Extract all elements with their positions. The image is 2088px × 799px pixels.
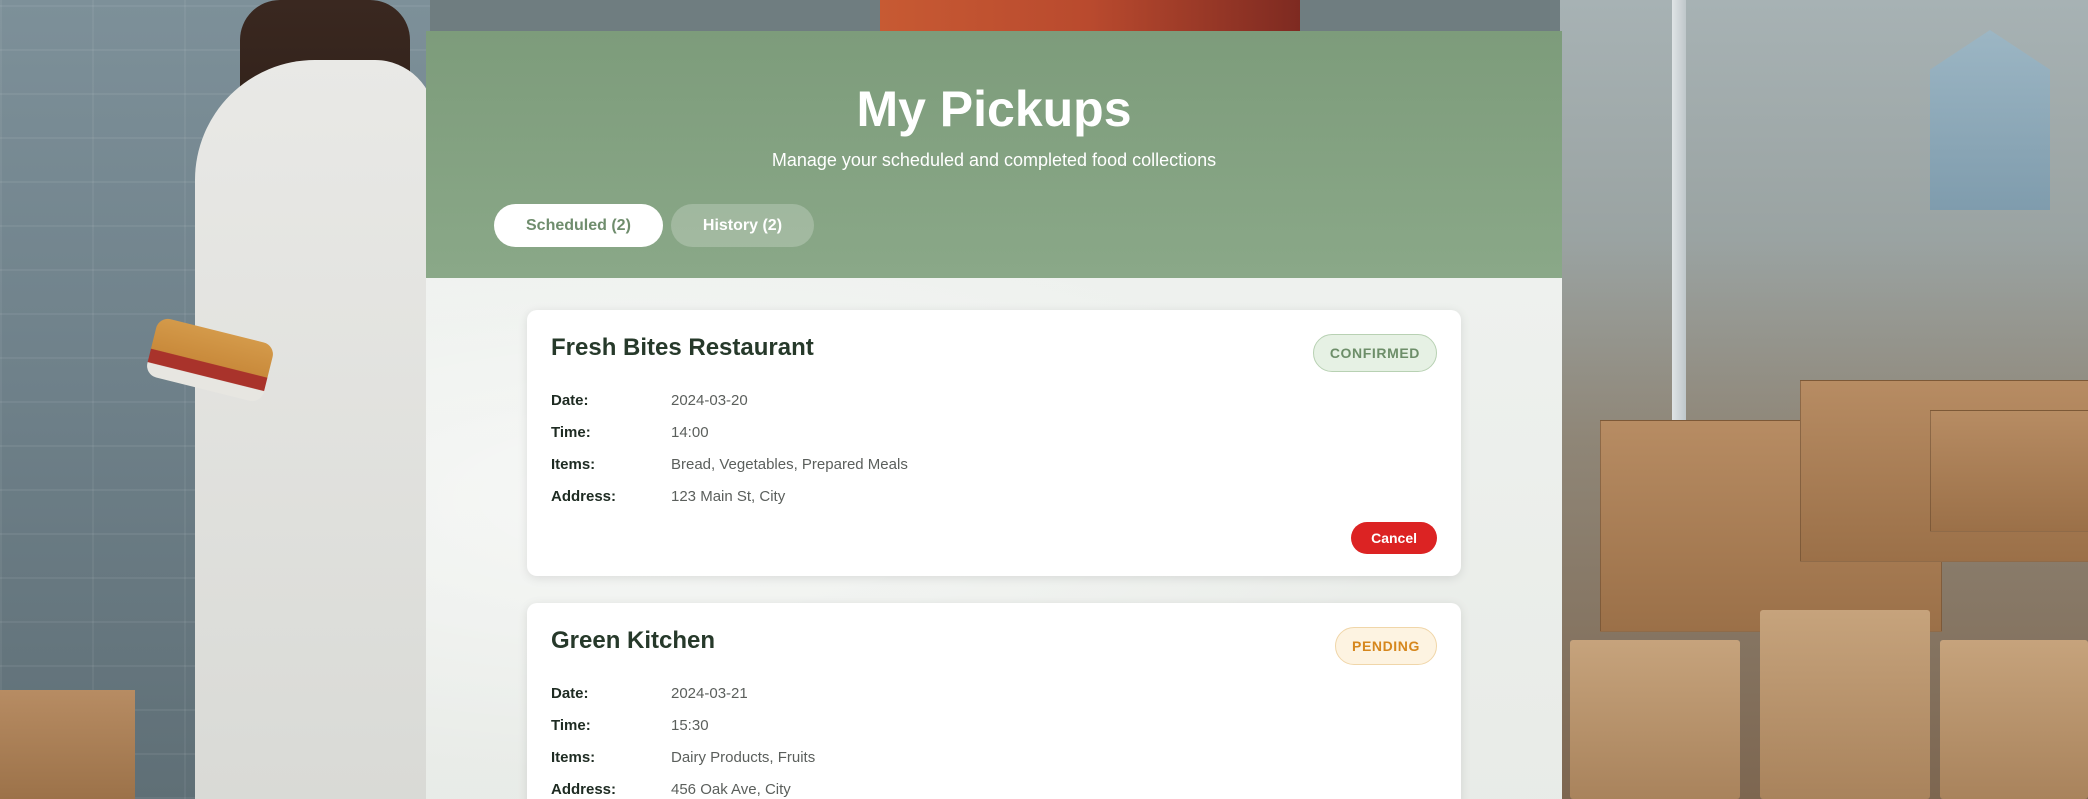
tab-scheduled[interactable]: Scheduled (2) [494,204,663,247]
pickup-details: Date: 2024-03-21 Time: 15:30 Items: Dair… [551,677,1437,799]
detail-row-time: Time: 15:30 [551,709,1437,741]
date-label: Date: [551,684,589,702]
time-label: Time: [551,716,591,734]
address-label: Address: [551,487,617,505]
page-subtitle: Manage your scheduled and completed food… [771,150,1217,170]
pickup-list: Fresh Bites Restaurant CONFIRMED Date: 2… [426,278,1562,799]
status-badge: CONFIRMED [1312,334,1437,372]
status-badge: PENDING [1335,627,1437,665]
items-label: Items: [551,748,596,766]
items-value: Bread, Vegetables, Prepared Meals [671,455,908,473]
background-pole [1672,0,1686,450]
background-box [0,690,135,799]
cancel-button[interactable]: Cancel [1351,522,1437,554]
background-person [195,60,435,799]
pickups-panel: My Pickups Manage your scheduled and com… [426,31,1562,799]
pickup-name: Fresh Bites Restaurant [551,334,814,361]
detail-row-address: Address: 456 Oak Ave, City [551,773,1437,799]
detail-row-items: Items: Bread, Vegetables, Prepared Meals [551,448,1437,480]
background-box [1930,410,2088,532]
pickup-card: Green Kitchen PENDING Date: 2024-03-21 T… [527,603,1461,799]
detail-row-time: Time: 14:00 [551,416,1437,448]
background-bag [1760,610,1930,799]
background-bag [1940,640,2088,799]
tab-history[interactable]: History (2) [670,204,815,247]
background-bag [1570,640,1740,799]
address-value: 123 Main St, City [671,487,786,505]
page-header: My Pickups Manage your scheduled and com… [426,31,1562,278]
items-value: Dairy Products, Fruits [671,748,816,766]
detail-row-date: Date: 2024-03-20 [551,384,1437,416]
card-actions: Cancel [551,522,1437,554]
pickup-name: Green Kitchen [551,627,716,654]
pickup-card: Fresh Bites Restaurant CONFIRMED Date: 2… [527,310,1461,576]
time-label: Time: [551,423,591,441]
time-value: 14:00 [671,423,709,441]
address-label: Address: [551,780,617,798]
date-value: 2024-03-21 [671,684,748,702]
detail-row-address: Address: 123 Main St, City [551,480,1437,512]
address-value: 456 Oak Ave, City [671,780,791,798]
tab-bar: Scheduled (2) History (2) [494,204,815,247]
pickup-details: Date: 2024-03-20 Time: 14:00 Items: Brea… [551,384,1437,512]
items-label: Items: [551,455,596,473]
detail-row-date: Date: 2024-03-21 [551,677,1437,709]
detail-row-items: Items: Dairy Products, Fruits [551,741,1437,773]
time-value: 15:30 [671,716,709,734]
page-title: My Pickups [856,81,1132,137]
date-value: 2024-03-20 [671,391,748,409]
date-label: Date: [551,391,589,409]
